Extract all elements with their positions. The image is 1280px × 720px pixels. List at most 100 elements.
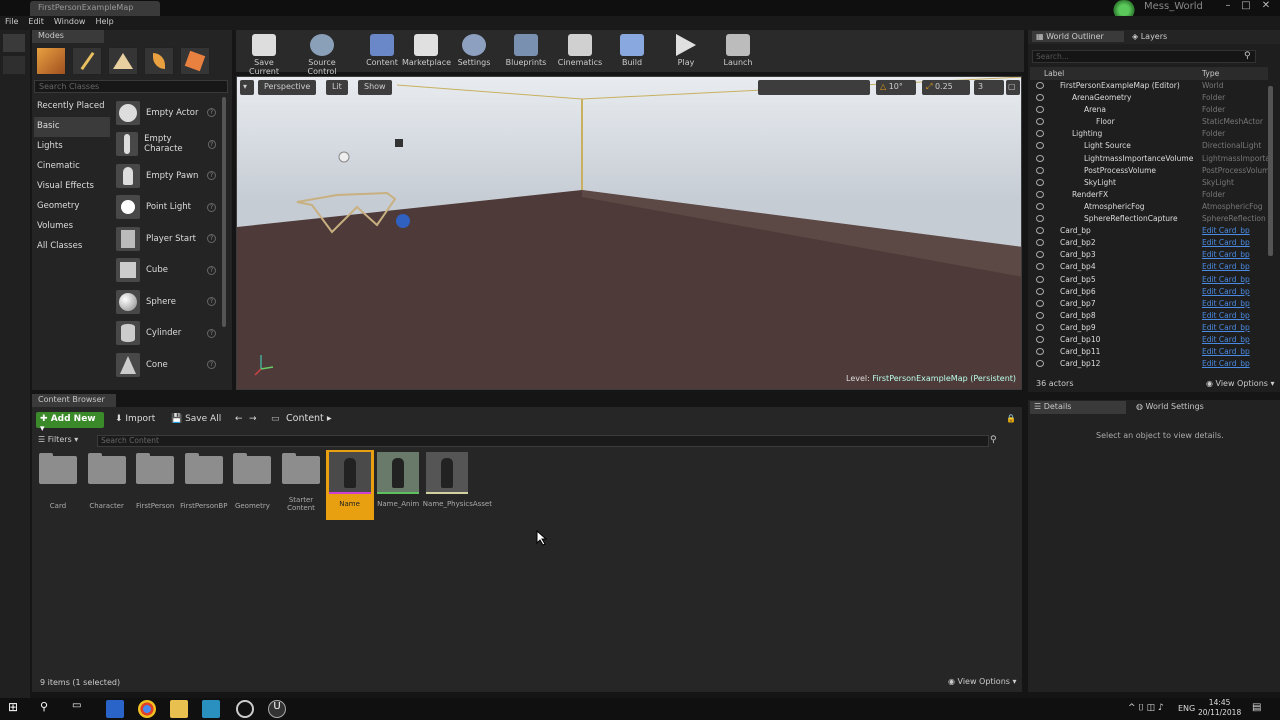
place-item-player-start[interactable]: Player Start?	[112, 223, 220, 255]
visibility-eye-icon[interactable]	[1036, 299, 1044, 307]
outliner-row[interactable]: Card_bp12 Edit Card_bp	[1030, 359, 1268, 371]
folder-tile[interactable]: FirstPersonBP	[180, 450, 228, 520]
perspective-button[interactable]: Perspective	[258, 80, 317, 95]
modes-scrollbar[interactable]	[222, 97, 226, 327]
column-type[interactable]: Type	[1202, 69, 1219, 78]
search-classes-input[interactable]: Search Classes	[34, 80, 228, 93]
modes-icon[interactable]	[3, 34, 25, 52]
tab-world-settings[interactable]: ◍ World Settings	[1132, 401, 1208, 412]
layout-icon[interactable]	[3, 56, 25, 74]
save-current-button[interactable]: Save Current	[240, 32, 288, 76]
lock-icon[interactable]: 🔒	[1006, 414, 1016, 423]
outliner-row-type[interactable]: Edit Card_bp	[1202, 323, 1250, 332]
visibility-eye-icon[interactable]	[1036, 287, 1044, 295]
level-viewport[interactable]	[236, 76, 1022, 390]
menu-file[interactable]: File	[0, 16, 23, 27]
outliner-search-input[interactable]: Search...	[1032, 50, 1256, 63]
filters-button[interactable]: ☰ Filters ▾	[36, 434, 96, 447]
language-indicator[interactable]: ENG	[1178, 704, 1195, 713]
visibility-eye-icon[interactable]	[1036, 118, 1044, 126]
outliner-row[interactable]: Card_bp Edit Card_bp	[1030, 226, 1268, 238]
folder-tile[interactable]: FirstPerson	[131, 450, 179, 520]
camera-speed-button[interactable]: 3	[974, 80, 1004, 95]
info-icon[interactable]: ?	[207, 297, 216, 307]
visibility-eye-icon[interactable]	[1036, 190, 1044, 198]
app-icon[interactable]	[106, 700, 124, 718]
visibility-eye-icon[interactable]	[1036, 142, 1044, 150]
visibility-eye-icon[interactable]	[1036, 275, 1044, 283]
lit-button[interactable]: Lit	[326, 80, 348, 95]
place-item-cone[interactable]: Cone?	[112, 349, 220, 381]
geometry-edit-mode-icon[interactable]	[180, 47, 210, 75]
info-icon[interactable]: ?	[207, 328, 216, 338]
outliner-row[interactable]: Arena Folder	[1030, 105, 1268, 117]
outliner-row[interactable]: Floor StaticMeshActor	[1030, 117, 1268, 129]
visibility-eye-icon[interactable]	[1036, 251, 1044, 259]
category-all-classes[interactable]: All Classes	[34, 237, 110, 257]
info-icon[interactable]: ?	[207, 108, 216, 118]
path-breadcrumb[interactable]: Content ▸	[286, 413, 332, 424]
close-icon[interactable]: ✕	[1258, 0, 1274, 14]
asset-tile[interactable]: Name	[325, 450, 374, 520]
outliner-row[interactable]: RenderFX Folder	[1030, 190, 1268, 202]
tab-details[interactable]: ☰ Details	[1030, 401, 1126, 414]
visibility-eye-icon[interactable]	[1036, 154, 1044, 162]
tab-world-outliner[interactable]: ▦ World Outliner	[1032, 31, 1124, 42]
place-item-cylinder[interactable]: Cylinder?	[112, 318, 220, 350]
folder-tile[interactable]: Starter Content	[277, 450, 325, 520]
landscape-mode-icon[interactable]	[108, 47, 138, 75]
visibility-eye-icon[interactable]	[1036, 227, 1044, 235]
outliner-row[interactable]: PostProcessVolume PostProcessVolume	[1030, 166, 1268, 178]
cinematics-button[interactable]: Cinematics	[556, 32, 604, 70]
content-browser-tab[interactable]: Content Browser	[32, 394, 116, 407]
visibility-eye-icon[interactable]	[1036, 166, 1044, 174]
app-icon[interactable]	[236, 700, 254, 718]
clock[interactable]: 14:45 20/11/2018	[1198, 698, 1241, 718]
visibility-eye-icon[interactable]	[1036, 202, 1044, 210]
file-explorer-icon[interactable]	[170, 700, 188, 718]
search-content-input[interactable]: Search Content	[97, 435, 989, 447]
menu-edit[interactable]: Edit	[23, 16, 49, 27]
outliner-row[interactable]: Light Source DirectionalLight	[1030, 141, 1268, 153]
show-button[interactable]: Show	[358, 80, 392, 95]
modes-tab[interactable]: Modes	[32, 30, 104, 43]
tab-layers[interactable]: ◈ Layers	[1128, 31, 1171, 42]
info-icon[interactable]: ?	[207, 234, 216, 244]
chrome-icon[interactable]	[138, 700, 156, 718]
outliner-row-type[interactable]: Edit Card_bp	[1202, 226, 1250, 235]
place-mode-icon[interactable]	[36, 47, 66, 75]
outliner-row[interactable]: Card_bp5 Edit Card_bp	[1030, 275, 1268, 287]
add-new-button[interactable]: ✚ Add New ▾	[36, 412, 104, 434]
menu-help[interactable]: Help	[90, 16, 118, 27]
outliner-row[interactable]: FirstPersonExampleMap (Editor) World	[1030, 81, 1268, 93]
back-arrow-icon[interactable]: ←	[232, 412, 246, 428]
paint-mode-icon[interactable]	[72, 47, 102, 75]
asset-tile[interactable]: Name_Anim	[374, 450, 422, 520]
place-item-cube[interactable]: Cube?	[112, 255, 220, 287]
place-item-empty-pawn[interactable]: Empty Pawn?	[112, 160, 220, 192]
scale-snap-button[interactable]: ⤢ 0.25	[922, 80, 970, 95]
outliner-row[interactable]: Card_bp4 Edit Card_bp	[1030, 262, 1268, 274]
category-geometry[interactable]: Geometry	[34, 197, 110, 217]
transform-tools[interactable]	[758, 80, 870, 95]
settings-button[interactable]: Settings	[450, 32, 498, 70]
info-icon[interactable]: ?	[207, 265, 216, 275]
marketplace-button[interactable]: Marketplace	[402, 32, 451, 70]
outliner-row-type[interactable]: Edit Card_bp	[1202, 250, 1250, 259]
visibility-eye-icon[interactable]	[1036, 335, 1044, 343]
outliner-row[interactable]: AtmosphericFog AtmosphericFog	[1030, 202, 1268, 214]
content-button[interactable]: Content	[358, 32, 406, 70]
tray-icons[interactable]: ^ ⌷ ◫ ♪	[1128, 703, 1164, 713]
category-recently-placed[interactable]: Recently Placed	[34, 97, 110, 117]
place-item-empty-character[interactable]: Empty Characte?	[112, 129, 220, 161]
info-icon[interactable]: ?	[207, 139, 216, 149]
unreal-taskbar-icon[interactable]: U	[268, 700, 286, 718]
outliner-row-type[interactable]: Edit Card_bp	[1202, 287, 1250, 296]
outliner-row[interactable]: Card_bp11 Edit Card_bp	[1030, 347, 1268, 359]
foliage-mode-icon[interactable]	[144, 47, 174, 75]
category-visual-effects[interactable]: Visual Effects	[34, 177, 110, 197]
outliner-row[interactable]: SphereReflectionCapture SphereReflection	[1030, 214, 1268, 226]
outliner-row[interactable]: ArenaGeometry Folder	[1030, 93, 1268, 105]
folder-tile[interactable]: Card	[34, 450, 82, 520]
outliner-row-type[interactable]: Edit Card_bp	[1202, 335, 1250, 344]
